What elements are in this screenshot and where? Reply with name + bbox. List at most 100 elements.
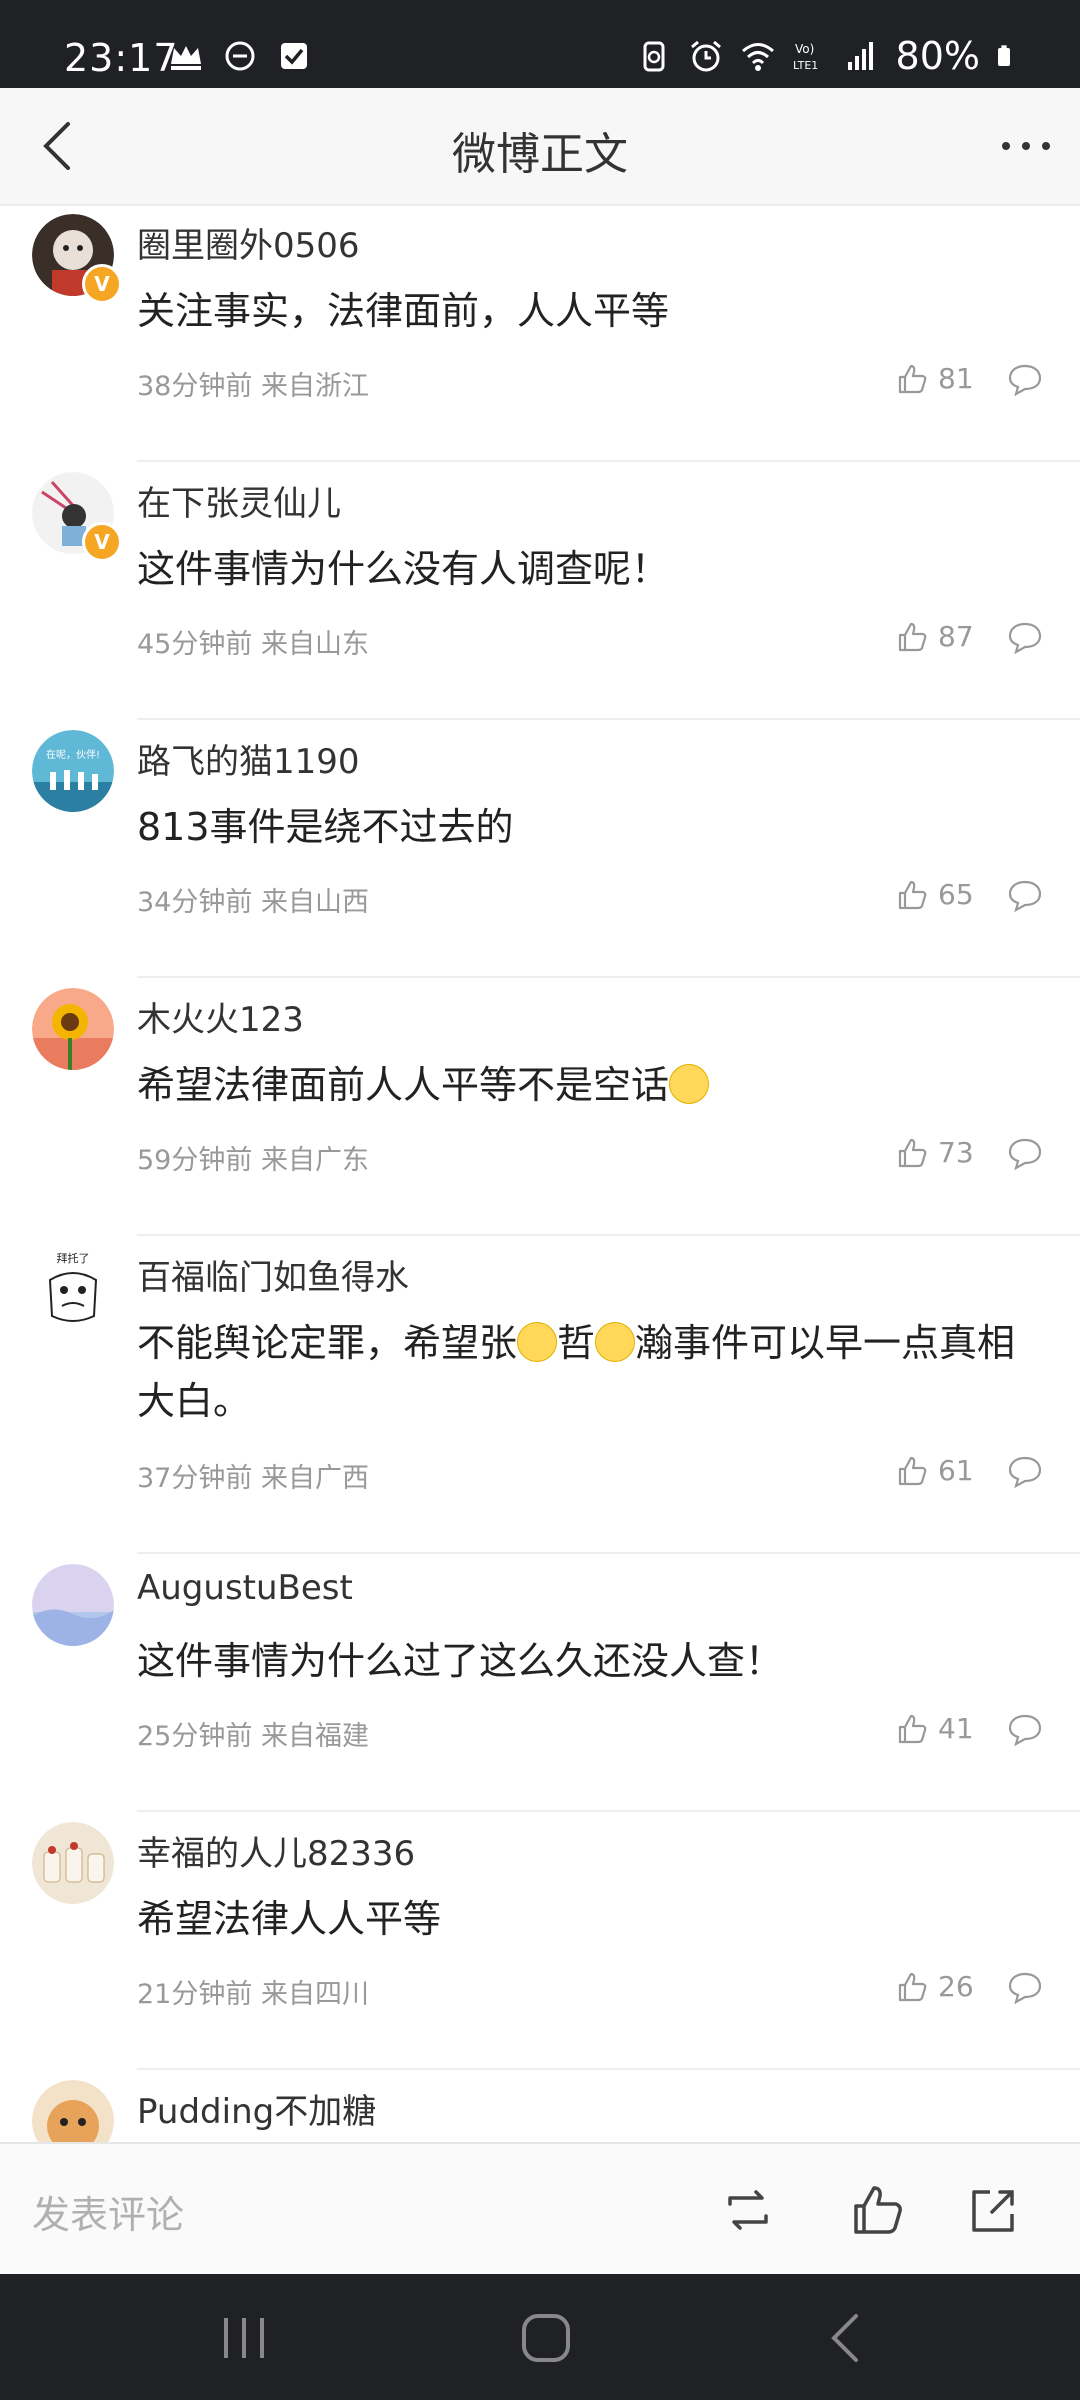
- avatar[interactable]: V: [32, 214, 122, 304]
- like-button[interactable]: 81: [896, 362, 974, 395]
- more-options-button[interactable]: [996, 116, 1056, 176]
- like-count: 61: [938, 1454, 974, 1487]
- bottom-action-bar: 发表评论: [0, 2142, 1080, 2276]
- like-count: 87: [938, 620, 974, 653]
- comment-text: 不能舆论定罪，希望张哲瀚事件可以早一点真相大白。: [137, 1321, 1016, 1423]
- comment-item: 木火火123 希望法律面前人人平等不是空话 59分钟前 来自广东 73: [0, 978, 1080, 1236]
- comment-text: 希望法律面前人人平等不是空话: [137, 1056, 1037, 1114]
- avatar[interactable]: [32, 988, 114, 1070]
- sunflower-emoji-icon: [517, 1322, 558, 1362]
- comment-username[interactable]: 路飞的猫1190: [137, 734, 360, 783]
- battery-icon: [998, 45, 1010, 66]
- comment-meta: 25分钟前 来自福建: [137, 1721, 369, 1752]
- thumbs-up-icon: [898, 1456, 927, 1485]
- comment-text: 希望法律人人平等: [137, 1897, 442, 1941]
- comment-item: AugustuBest 这件事情为什么过了这么久还没人查！ 25分钟前 来自福建…: [0, 1554, 1080, 1812]
- avatar[interactable]: 拜托了: [32, 1246, 114, 1328]
- like-count: 65: [938, 878, 974, 911]
- like-post-icon[interactable]: [850, 2182, 906, 2238]
- avatar[interactable]: 在呢，伙伴!: [32, 730, 114, 812]
- crown-icon: [171, 46, 201, 70]
- repost-icon[interactable]: [720, 2182, 776, 2238]
- reply-icon[interactable]: [1006, 1454, 1044, 1490]
- thumbs-up-icon: [898, 1714, 927, 1743]
- svg-text:Vo): Vo): [795, 42, 814, 56]
- avatar[interactable]: [32, 1564, 114, 1646]
- volte-icon: Vo) LTE1: [793, 42, 818, 72]
- reply-icon[interactable]: [1006, 1136, 1044, 1172]
- comment-meta: 37分钟前 来自广西: [137, 1463, 369, 1494]
- alarm-icon: [690, 40, 721, 72]
- comment-text: 这件事情为什么过了这么久还没人查！: [137, 1639, 784, 1683]
- thumbs-up-icon: [898, 364, 927, 393]
- comment-username[interactable]: Pudding不加糖: [137, 2084, 376, 2133]
- like-button[interactable]: 73: [896, 1136, 974, 1169]
- comment-text: 关注事实，法律面前，人人平等: [137, 289, 670, 333]
- comment-item: V 圈里圈外0506 关注事实，法律面前，人人平等 38分钟前 来自浙江 81: [0, 204, 1080, 462]
- reply-icon[interactable]: [1006, 1712, 1044, 1748]
- comment-username[interactable]: 圈里圈外0506: [137, 218, 360, 267]
- signal-icon: [847, 42, 873, 70]
- title-bar: 微博正文: [0, 88, 1080, 206]
- verified-badge-icon: V: [82, 264, 122, 304]
- status-time: 23:17: [64, 36, 179, 80]
- recycle-icon: [643, 41, 665, 72]
- reply-icon[interactable]: [1006, 1970, 1044, 2006]
- recent-apps-icon[interactable]: [216, 2312, 272, 2364]
- sky-avatar-image: [32, 1564, 114, 1646]
- system-navigation-bar: [0, 2274, 1080, 2400]
- home-icon[interactable]: [518, 2312, 574, 2364]
- comment-item: V 在下张灵仙儿 这件事情为什么没有人调查呢！ 45分钟前 来自山东 87: [0, 462, 1080, 720]
- thumbs-up-icon: [898, 622, 927, 651]
- comment-text: 这件事情为什么没有人调查呢！: [137, 547, 670, 591]
- back-nav-icon[interactable]: [820, 2312, 876, 2364]
- reply-icon[interactable]: [1006, 362, 1044, 398]
- minus-circle-icon: [225, 41, 255, 71]
- comment-input[interactable]: 发表评论: [32, 2184, 184, 2239]
- share-icon[interactable]: [966, 2182, 1022, 2238]
- comment-username[interactable]: 百福临门如鱼得水: [137, 1250, 409, 1299]
- meme-face-avatar-image: 拜托了: [32, 1246, 114, 1328]
- like-count: 26: [938, 1970, 974, 2003]
- avatar[interactable]: V: [32, 472, 122, 562]
- like-button[interactable]: 61: [896, 1454, 974, 1487]
- comment-meta: 38分钟前 来自浙江: [137, 371, 369, 402]
- battery-percentage: 80%: [895, 34, 980, 78]
- like-button[interactable]: 41: [896, 1712, 974, 1745]
- like-count: 41: [938, 1712, 974, 1745]
- reply-icon[interactable]: [1006, 878, 1044, 914]
- comment-username[interactable]: AugustuBest: [137, 1568, 353, 1608]
- verified-badge-icon: V: [82, 522, 122, 562]
- comment-item: 在呢，伙伴! 路飞的猫1190 813事件是绕不过去的 34分钟前 来自山西 6…: [0, 720, 1080, 978]
- comment-username[interactable]: 木火火123: [137, 992, 304, 1041]
- svg-text:在呢，伙伴!: 在呢，伙伴!: [46, 748, 100, 761]
- comment-username[interactable]: 在下张灵仙儿: [137, 476, 341, 525]
- svg-text:拜托了: 拜托了: [57, 1251, 90, 1265]
- comment-meta: 21分钟前 来自四川: [137, 1979, 369, 2010]
- like-button[interactable]: 26: [896, 1970, 974, 2003]
- reply-icon[interactable]: [1006, 620, 1044, 656]
- status-bar: 23:17 Vo) LTE1 80%: [0, 0, 1080, 88]
- svg-text:LTE1: LTE1: [793, 59, 818, 72]
- checkbox-icon: [281, 43, 307, 69]
- thumbs-up-icon: [898, 1972, 927, 2001]
- comment-list: V 圈里圈外0506 关注事实，法律面前，人人平等 38分钟前 来自浙江 81 …: [0, 204, 1080, 2328]
- sunflower-avatar-image: [32, 988, 114, 1070]
- like-button[interactable]: 65: [896, 878, 974, 911]
- page-title: 微博正文: [452, 129, 628, 180]
- comment-meta: 34分钟前 来自山西: [137, 887, 369, 918]
- wifi-icon: [741, 43, 774, 71]
- comment-text: 813事件是绕不过去的: [137, 805, 514, 849]
- sad-face-emoji-icon: [669, 1064, 710, 1104]
- sunflower-emoji-icon: [595, 1322, 636, 1362]
- comment-meta: 45分钟前 来自山东: [137, 629, 369, 660]
- avatar[interactable]: [32, 1822, 114, 1904]
- like-button[interactable]: 87: [896, 620, 974, 653]
- comment-meta: 59分钟前 来自广东: [137, 1145, 369, 1176]
- dessert-avatar-image: [32, 1822, 114, 1904]
- comment-item: 幸福的人儿82336 希望法律人人平等 21分钟前 来自四川 26: [0, 1812, 1080, 2070]
- comment-username[interactable]: 幸福的人儿82336: [137, 1826, 415, 1875]
- like-count: 81: [938, 362, 974, 395]
- comment-item: 拜托了 百福临门如鱼得水 不能舆论定罪，希望张哲瀚事件可以早一点真相大白。 37…: [0, 1236, 1080, 1554]
- group-avatar-image: 在呢，伙伴!: [32, 730, 114, 812]
